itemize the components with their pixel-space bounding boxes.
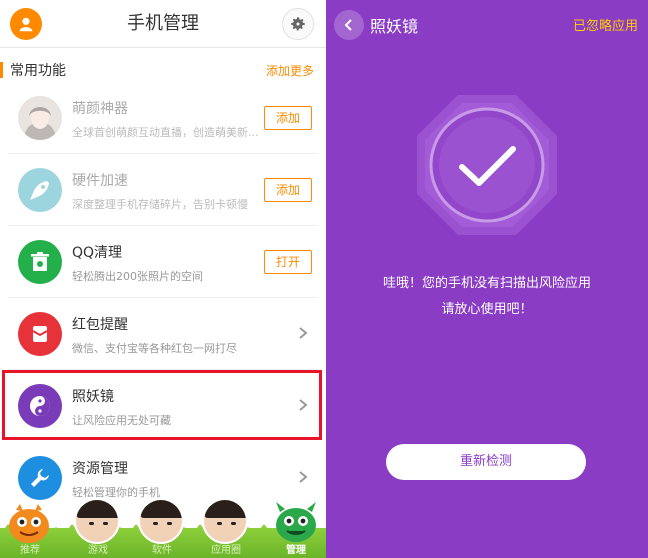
nav-label: 应用圈 [211,545,241,556]
page-title: 手机管理 [127,13,199,34]
page-title: 照妖镜 [370,17,419,36]
recheck-button[interactable]: 重新检测 [386,444,586,480]
face-avatar-icon [18,96,62,140]
item-name: QQ清理 [72,245,123,261]
avatar [74,498,120,544]
trash-icon [18,240,62,284]
list-item-hardware-accel[interactable]: 硬件加速 深度整理手机存储碎片，告别卡顿慢 添加 [8,154,318,226]
app-manager-panel: 手机管理 常用功能 添加更多 萌颜神器 全球首创萌颜互动直播，创造萌美新... … [0,0,326,558]
item-desc: 全球首创萌颜互动直播，创造萌美新... [72,126,259,139]
common-functions-header: 常用功能 添加更多 [0,58,326,82]
avatar [138,498,184,544]
item-name: 资源管理 [72,461,128,477]
item-desc: 轻松腾出200张照片的空间 [72,270,203,283]
demon-mirror-panel: 照妖镜 已忽略应用 哇哦！您的手机没有扫描出风险应用 请放心使用吧！ 重新检测 [326,0,648,558]
list-item-mengyan[interactable]: 萌颜神器 全球首创萌颜互动直播，创造萌美新... 添加 [8,82,318,154]
open-button[interactable]: 打开 [264,250,312,274]
section-accent-bar [0,62,3,78]
nav-label: 推荐 [20,545,40,556]
item-name: 硬件加速 [72,173,128,189]
list-item-red-packet[interactable]: 红包提醒 微信、支付宝等各种红包一网打尽 [8,298,318,370]
wrench-icon [18,456,62,500]
add-button[interactable]: 添加 [264,106,312,130]
item-name: 萌颜神器 [72,101,128,117]
chevron-right-icon [299,327,308,339]
safe-check-icon [417,95,557,235]
ignored-apps-link[interactable]: 已忽略应用 [573,15,638,34]
back-button[interactable] [334,10,364,40]
chevron-right-icon [299,471,308,483]
add-more-link[interactable]: 添加更多 [266,62,314,79]
scan-result-message: 哇哦！您的手机没有扫描出风险应用 [382,276,591,291]
avatar [202,498,248,544]
nav-label: 软件 [152,545,172,556]
settings-button[interactable] [282,8,314,40]
bottom-nav: 推荐 游戏 软件 应用圈 管理 [0,498,326,558]
nav-label: 管理 [286,545,306,556]
red-packet-icon [18,312,62,356]
list-item-qq-clean[interactable]: QQ清理 轻松腾出200张照片的空间 打开 [8,226,318,298]
item-desc: 微信、支付宝等各种红包一网打尽 [72,342,237,355]
nav-label: 游戏 [88,545,108,556]
chevron-left-icon [344,19,352,31]
nav-recommend[interactable]: 推荐 [2,498,58,558]
nav-app-circle[interactable]: 应用圈 [198,498,254,558]
add-button[interactable]: 添加 [264,178,312,202]
monster-orange-icon [9,504,49,543]
header-bar: 手机管理 [0,0,326,48]
monster-green-icon [276,502,316,542]
gear-icon [291,17,305,31]
rocket-icon [18,168,62,212]
item-desc: 深度整理手机存储碎片，告别卡顿慢 [72,198,248,211]
section-title: 常用功能 [10,63,66,79]
nav-games[interactable]: 游戏 [70,498,126,558]
item-name: 红包提醒 [72,317,128,333]
selection-highlight [2,370,322,440]
nav-manage[interactable]: 管理 [268,498,324,558]
nav-software[interactable]: 软件 [134,498,190,558]
scan-result-subtext: 请放心使用吧！ [441,302,533,317]
